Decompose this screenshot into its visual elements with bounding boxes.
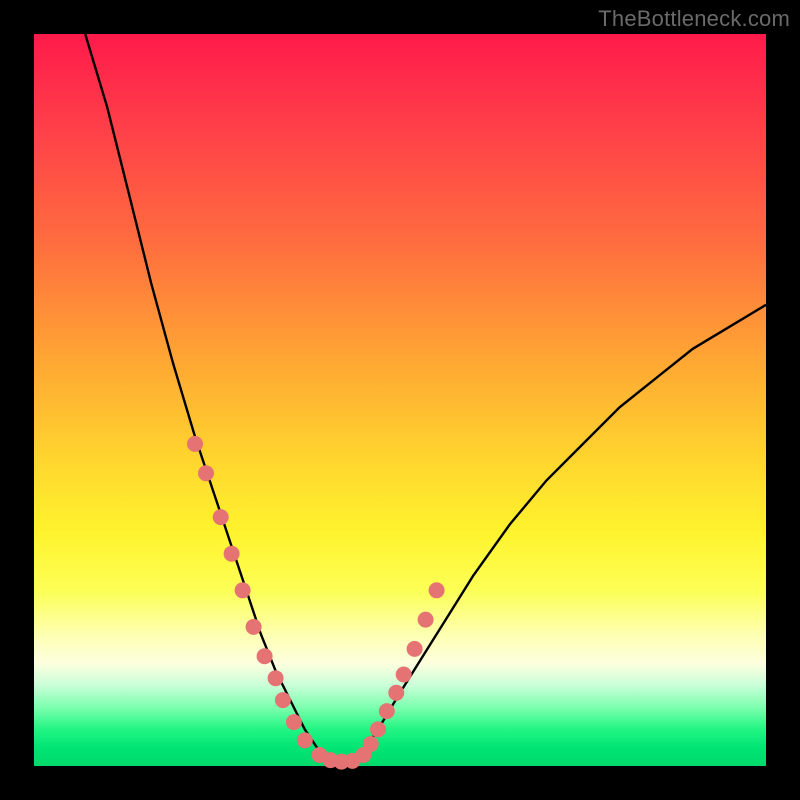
- sample-dot: [224, 546, 240, 562]
- sample-dot: [246, 619, 262, 635]
- sample-dot: [268, 670, 284, 686]
- sample-dot: [275, 692, 291, 708]
- sample-dot: [286, 714, 302, 730]
- sample-dots: [187, 436, 445, 770]
- sample-dot: [379, 703, 395, 719]
- sample-dot: [363, 736, 379, 752]
- chart-svg: [34, 34, 766, 766]
- sample-dot: [257, 648, 273, 664]
- sample-dot: [388, 685, 404, 701]
- sample-dot: [407, 641, 423, 657]
- sample-dot: [213, 509, 229, 525]
- watermark-text: TheBottleneck.com: [598, 6, 790, 32]
- sample-dot: [187, 436, 203, 452]
- bottleneck-curve: [85, 34, 766, 762]
- sample-dot: [396, 667, 412, 683]
- chart-frame: TheBottleneck.com: [0, 0, 800, 800]
- sample-dot: [235, 582, 251, 598]
- sample-dot: [418, 612, 434, 628]
- sample-dot: [370, 721, 386, 737]
- sample-dot: [429, 582, 445, 598]
- sample-dot: [297, 732, 313, 748]
- sample-dot: [198, 465, 214, 481]
